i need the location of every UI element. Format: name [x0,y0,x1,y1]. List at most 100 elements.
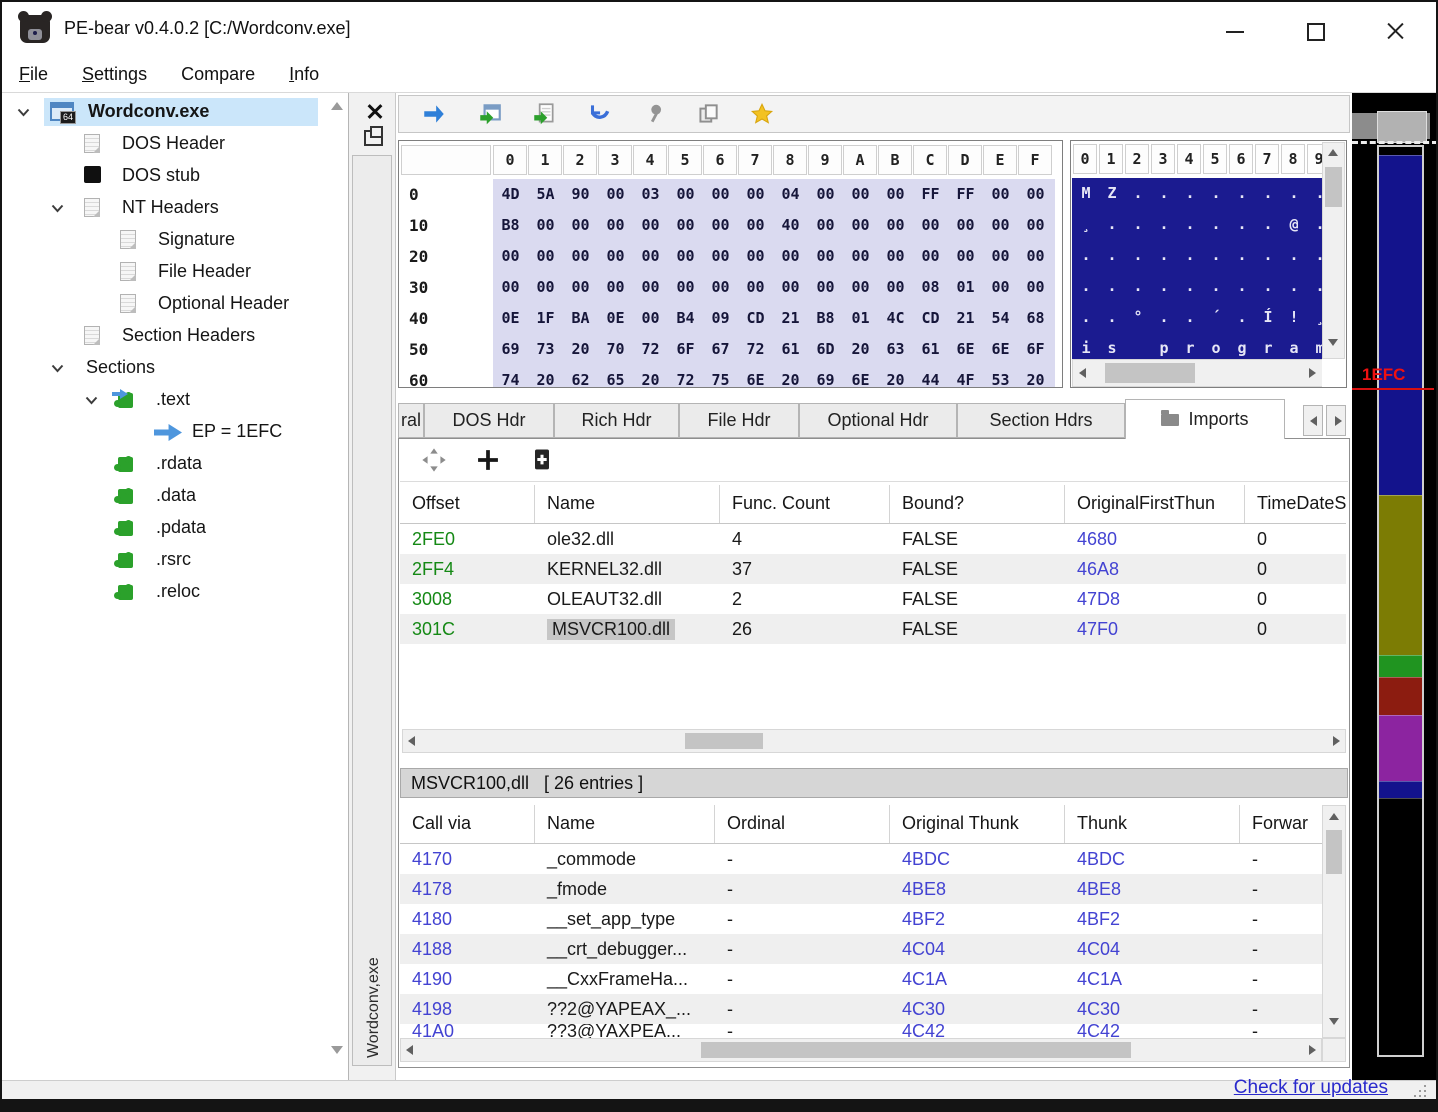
ascii-char-cell[interactable]: . [1151,240,1177,271]
ascii-char-cell[interactable]: . [1125,209,1151,240]
hex-byte-cell[interactable]: 00 [668,241,703,272]
ascii-char-cell[interactable]: m [1307,333,1323,359]
hex-col-header[interactable]: E [983,145,1017,175]
ascii-char-cell[interactable]: . [1125,178,1151,209]
hex-byte-cell[interactable]: 54 [983,303,1018,334]
tabs-scroll-left[interactable] [1303,405,1323,436]
add-entry-icon[interactable] [474,446,502,474]
scroll-thumb[interactable] [685,733,763,749]
tab-imports[interactable]: Imports [1125,399,1285,439]
hex-byte-cell[interactable]: 00 [633,210,668,241]
hex-byte-cell[interactable]: 00 [983,241,1018,272]
ascii-col-header[interactable]: 6 [1229,144,1253,174]
hex-byte-cell[interactable]: 20 [528,365,563,388]
ascii-char-cell[interactable]: ! [1281,302,1307,333]
hex-byte-cell[interactable]: 62 [563,365,598,388]
hex-byte-cell[interactable]: 00 [843,179,878,210]
hex-col-header[interactable]: 0 [493,145,527,175]
hex-byte-cell[interactable]: 00 [563,210,598,241]
tree-item-text[interactable]: .text [2,384,332,416]
ascii-v-scrollbar[interactable] [1322,142,1345,359]
check-updates-link[interactable]: Check for updates [1234,1077,1388,1099]
imports-row-ole32-dll[interactable]: 2FE0ole32.dll4FALSE46800 [400,524,1346,554]
tab-ral[interactable]: ral [398,403,424,438]
col-header-forwar[interactable]: Forwar [1240,805,1322,843]
hex-byte-cell[interactable]: FF [948,179,983,210]
hex-col-header[interactable]: A [843,145,877,175]
hex-byte-cell[interactable]: 0E [493,303,528,334]
hex-byte-cell[interactable]: 00 [563,241,598,272]
hex-byte-cell[interactable]: 00 [703,210,738,241]
scroll-thumb[interactable] [1325,167,1342,207]
hex-byte-cell[interactable]: 65 [598,365,633,388]
ascii-char-cell[interactable]: . [1229,209,1255,240]
ascii-char-cell[interactable]: a [1281,333,1307,359]
hex-byte-cell[interactable]: 40 [773,210,808,241]
hex-byte-cell[interactable]: 6E [738,365,773,388]
scroll-right-icon[interactable] [1309,368,1316,378]
add-dll-icon[interactable] [528,446,556,474]
ascii-char-cell[interactable]: . [1177,271,1203,302]
hex-byte-cell[interactable]: 00 [843,272,878,303]
scroll-up-icon[interactable] [1329,813,1339,820]
ascii-char-cell[interactable]: ¸ [1307,302,1323,333]
hex-byte-cell[interactable]: 69 [493,334,528,365]
col-header-call-via[interactable]: Call via [400,805,535,843]
hex-byte-cell[interactable]: 00 [983,272,1018,303]
hex-byte-cell[interactable]: 69 [808,365,843,388]
tree-item-rdata[interactable]: .rdata [2,448,332,480]
hex-byte-cell[interactable]: 00 [948,210,983,241]
imports-row-msvcr100-dll[interactable]: 301CMSVCR100.dll26FALSE47F00 [400,614,1346,644]
undock-icon[interactable] [364,130,383,146]
hex-byte-cell[interactable]: 73 [528,334,563,365]
hex-byte-cell[interactable]: 00 [878,241,913,272]
menu-file[interactable]: File [2,64,65,85]
ascii-char-cell[interactable]: M [1073,178,1099,209]
go-forward-icon[interactable] [421,101,447,127]
hex-byte-cell[interactable]: 20 [1018,365,1053,388]
ascii-char-cell[interactable]: p [1151,333,1177,359]
hex-byte-cell[interactable]: 00 [948,241,983,272]
tree-item-rsrc[interactable]: .rsrc [2,544,332,576]
hex-byte-cell[interactable]: 00 [808,210,843,241]
hex-byte-cell[interactable]: 00 [703,179,738,210]
hex-byte-cell[interactable]: 00 [878,272,913,303]
ascii-char-cell[interactable]: ° [1125,302,1151,333]
hex-byte-cell[interactable]: 61 [773,334,808,365]
hex-byte-cell[interactable]: B8 [808,303,843,334]
ascii-char-cell[interactable]: . [1073,302,1099,333]
hex-byte-cell[interactable]: 1F [528,303,563,334]
function-row-4[interactable]: 4190__CxxFrameHa...-4C1A4C1A- [400,964,1322,994]
hex-col-header[interactable]: C [913,145,947,175]
ascii-h-scrollbar[interactable] [1072,359,1323,387]
ascii-char-cell[interactable]: . [1281,240,1307,271]
hex-byte-cell[interactable]: 63 [878,334,913,365]
tree-item-data[interactable]: .data [2,480,332,512]
hex-byte-cell[interactable]: 00 [703,272,738,303]
hex-byte-cell[interactable]: 74 [493,365,528,388]
ascii-col-header[interactable]: 8 [1281,144,1305,174]
tab-rich-hdr[interactable]: Rich Hdr [554,403,679,438]
hex-byte-cell[interactable]: 00 [878,210,913,241]
tree-scroll-up-icon[interactable] [331,102,343,110]
hex-byte-cell[interactable]: 04 [773,179,808,210]
hex-byte-cell[interactable]: 00 [493,241,528,272]
hex-byte-cell[interactable]: 6F [1018,334,1053,365]
ascii-char-cell[interactable]: . [1229,178,1255,209]
hex-byte-cell[interactable]: B4 [668,303,703,334]
tab-section-hdrs[interactable]: Section Hdrs [957,403,1125,438]
hex-byte-cell[interactable]: 5A [528,179,563,210]
hex-col-header[interactable]: 8 [773,145,807,175]
hex-byte-cell[interactable]: 61 [913,334,948,365]
ascii-char-cell[interactable]: . [1307,209,1323,240]
ascii-char-cell[interactable]: . [1151,209,1177,240]
hex-col-header[interactable]: 2 [563,145,597,175]
col-header-ordinal[interactable]: Ordinal [715,805,890,843]
hex-byte-cell[interactable]: 00 [1018,179,1053,210]
tree-scroll-down-icon[interactable] [331,1046,343,1054]
scroll-left-icon[interactable] [408,736,415,746]
tree-item-nt-headers[interactable]: NT Headers [2,192,332,224]
tree-item-section-headers[interactable]: Section Headers [2,320,332,352]
resize-grip[interactable] [1414,1085,1426,1097]
ascii-char-cell[interactable]: . [1307,240,1323,271]
